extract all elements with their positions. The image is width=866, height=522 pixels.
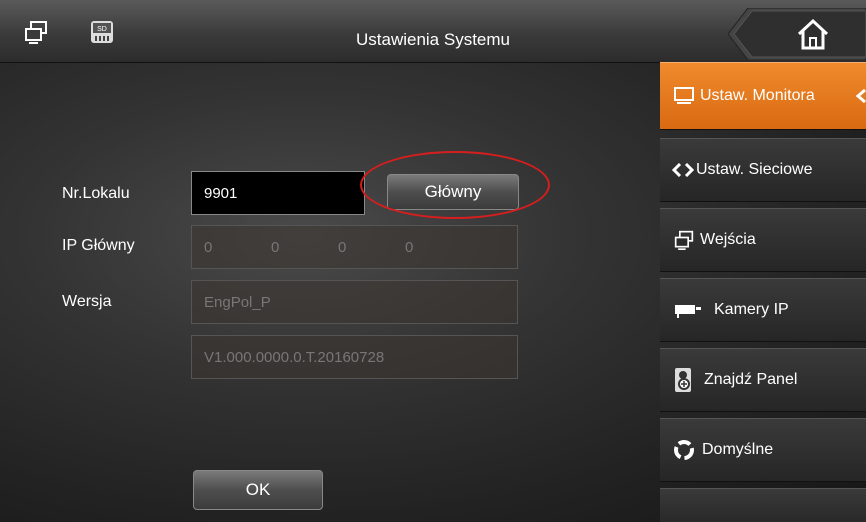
sidebar-item-label: Domyślne xyxy=(702,441,774,458)
sidebar-item-monitor[interactable]: Ustaw. Monitora xyxy=(660,62,866,130)
main-ip-input[interactable]: 0 0 0 0 xyxy=(191,225,518,269)
recycle-icon xyxy=(674,440,694,460)
room-number-input[interactable]: 9901 xyxy=(191,171,365,215)
main-ip-label: IP Główny xyxy=(62,237,135,254)
monitor-icon xyxy=(674,87,694,105)
sidebar-item-inputs[interactable]: Wejścia xyxy=(660,208,866,272)
version-field: EngPol_P xyxy=(191,280,518,324)
sidebar-item-ip-cameras[interactable]: Kamery IP xyxy=(660,278,866,342)
sidebar: Ustaw. Monitora Ustaw. Sieciowe Wejścia … xyxy=(660,62,866,522)
ip-octet-2: 0 xyxy=(271,238,280,256)
sidebar-item-label: Ustaw. Sieciowe xyxy=(696,161,813,178)
find-panel-icon xyxy=(674,367,694,393)
room-number-value: 9901 xyxy=(204,184,238,202)
ip-octet-3: 0 xyxy=(338,238,347,256)
room-number-label: Nr.Lokalu xyxy=(62,185,130,202)
network-arrows-icon xyxy=(672,163,694,177)
sidebar-item-network[interactable]: Ustaw. Sieciowe xyxy=(660,138,866,202)
highlight-circle xyxy=(360,151,550,219)
ip-camera-icon xyxy=(674,302,702,318)
settings-screen: SD Ustawienia Systemu Nr.Lokalu 9901 Głó… xyxy=(0,0,866,522)
version-label: Wersja xyxy=(62,293,112,310)
version-value: EngPol_P xyxy=(204,293,271,311)
inputs-screens-icon xyxy=(674,230,694,250)
build-value: V1.000.0000.0.T.20160728 xyxy=(204,348,385,366)
build-field: V1.000.0000.0.T.20160728 xyxy=(191,335,518,379)
sidebar-item-label: Wejścia xyxy=(700,231,756,248)
sidebar-item-label: Ustaw. Monitora xyxy=(700,87,815,104)
ip-octet-4: 0 xyxy=(405,238,414,256)
top-bar: SD Ustawienia Systemu xyxy=(0,0,866,63)
home-button[interactable] xyxy=(728,8,866,60)
sidebar-item-find-panel[interactable]: Znajdź Panel xyxy=(660,348,866,412)
ok-button[interactable]: OK xyxy=(193,470,323,510)
chevron-left-icon xyxy=(855,88,866,108)
sidebar-item-label: Znajdź Panel xyxy=(704,371,798,388)
ip-octet-1: 0 xyxy=(204,238,213,256)
sidebar-empty-slot xyxy=(660,488,866,522)
sidebar-item-label: Kamery IP xyxy=(714,301,789,318)
sidebar-item-defaults[interactable]: Domyślne xyxy=(660,418,866,482)
